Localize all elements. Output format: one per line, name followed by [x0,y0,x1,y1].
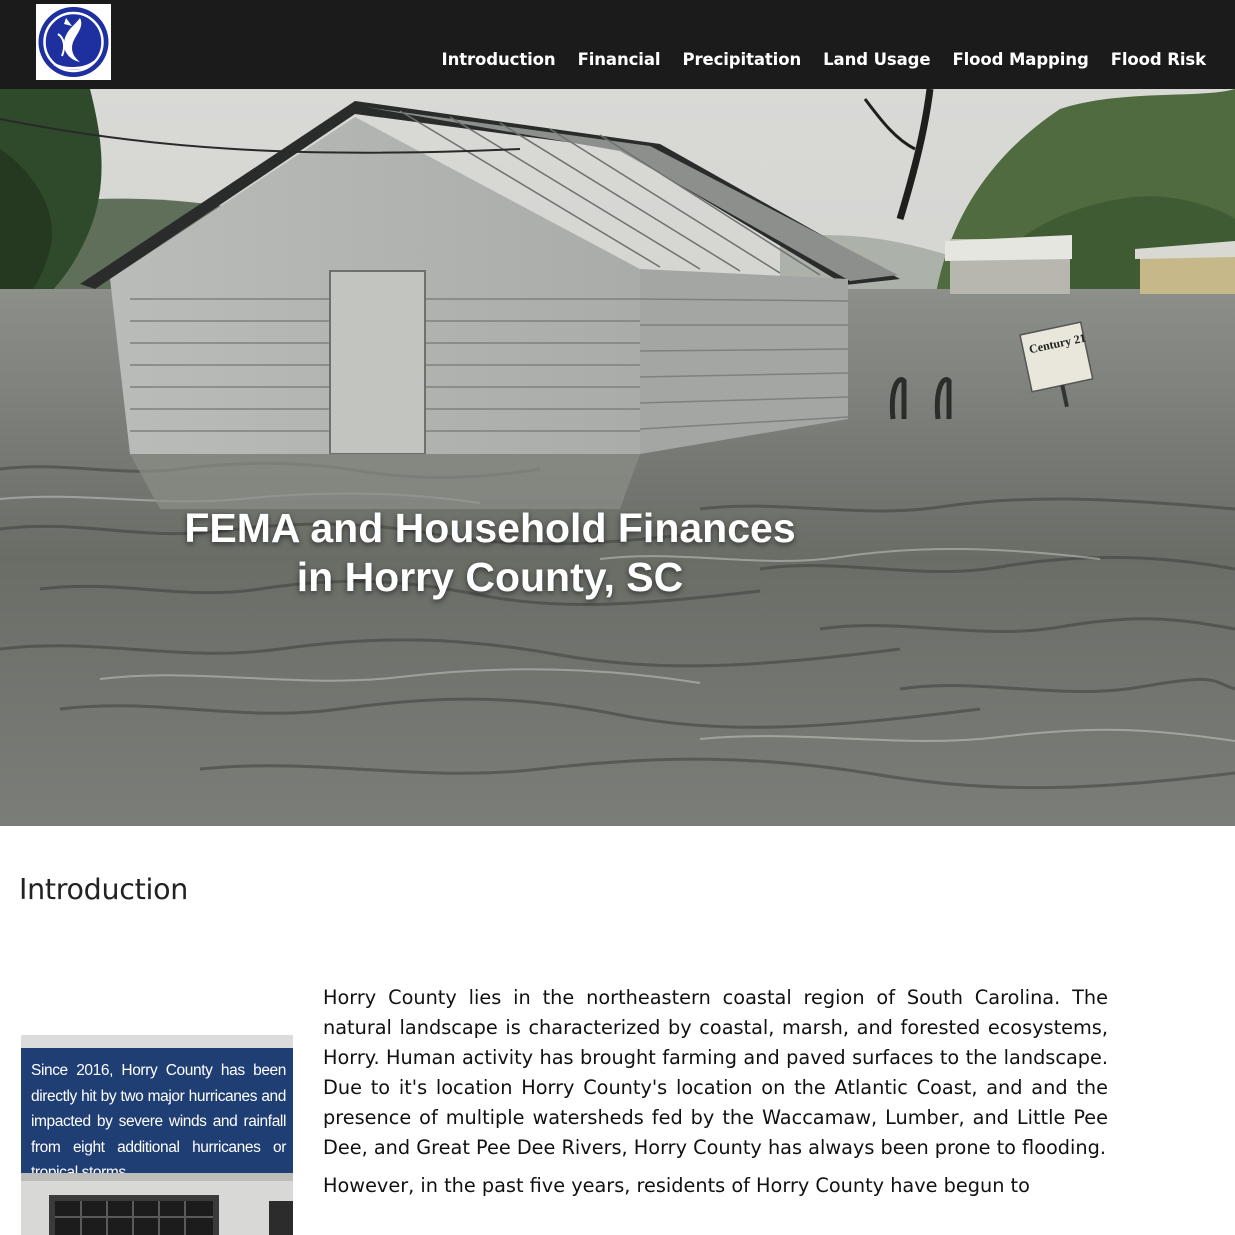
intro-body-text: Horry County lies in the northeastern co… [323,983,1108,1209]
nav-flood-mapping[interactable]: Flood Mapping [952,50,1088,69]
nav-financial[interactable]: Financial [578,50,661,69]
nav-land-usage[interactable]: Land Usage [823,50,930,69]
hero-title-line2: in Horry County, SC [296,554,684,600]
nav-introduction[interactable]: Introduction [442,50,556,69]
hero-title-line1: FEMA and Household Finances [184,505,796,551]
heron-logo-icon[interactable] [36,4,111,80]
intro-paragraph-1: Horry County lies in the northeastern co… [323,986,1108,1159]
nav-flood-risk[interactable]: Flood Risk [1111,50,1206,69]
hurricane-info-poster: Since 2016, Horry County has been direct… [21,1035,293,1235]
hero-banner: Century 21 FEMA and Household Finances i… [0,89,1235,826]
section-heading-introduction: Introduction [19,873,188,906]
building-wall-image [21,1173,293,1235]
hero-title: FEMA and Household Finances in Horry Cou… [150,504,830,602]
site-header: Introduction Financial Precipitation Lan… [0,0,1235,89]
intro-paragraph-2: However, in the past five years, residen… [323,1174,1030,1197]
poster-text: Since 2016, Horry County has been direct… [31,1062,286,1181]
flooded-boathouse-image: Century 21 [0,89,1235,826]
nav-precipitation[interactable]: Precipitation [682,50,801,69]
main-nav: Introduction Financial Precipitation Lan… [420,50,1207,69]
